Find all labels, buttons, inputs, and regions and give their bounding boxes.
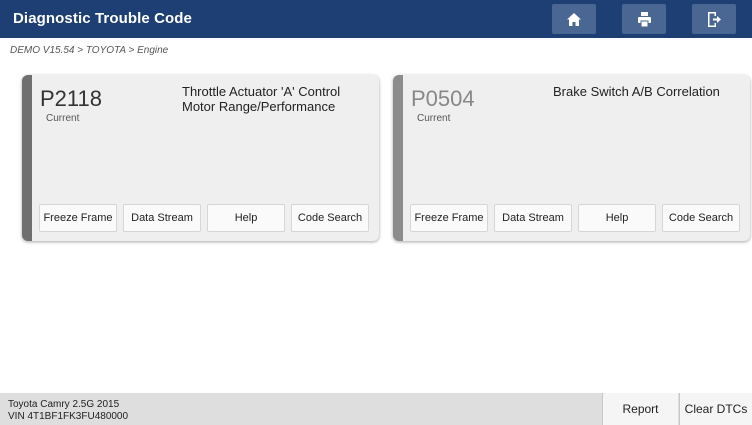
help-button[interactable]: Help	[578, 204, 656, 232]
vehicle-info: Toyota Camry 2.5G 2015 VIN 4T1BF1FK3FU48…	[8, 399, 128, 423]
exit-button[interactable]	[692, 4, 736, 34]
title-bar: Diagnostic Trouble Code	[0, 0, 752, 38]
code-search-button[interactable]: Code Search	[291, 204, 369, 232]
breadcrumb: DEMO V15.54 > TOYOTA > Engine	[10, 45, 169, 56]
dtc-card-accent	[393, 75, 403, 241]
home-icon	[567, 12, 581, 26]
page-title: Diagnostic Trouble Code	[13, 10, 192, 27]
dtc-status: Current	[46, 113, 80, 124]
dtc-actions: Freeze Frame Data Stream Help Code Searc…	[39, 204, 369, 232]
freeze-frame-button[interactable]: Freeze Frame	[39, 204, 117, 232]
vehicle-vin: VIN 4T1BF1FK3FU480000	[8, 411, 129, 422]
dtc-description: Brake Switch A/B Correlation	[553, 84, 720, 99]
dtc-description-line: Throttle Actuator 'A' Control	[182, 84, 341, 99]
dtc-description: Throttle Actuator 'A' Control Motor Rang…	[182, 84, 340, 114]
dtc-description-line: Motor Range/Performance	[182, 99, 336, 114]
dtc-code: P0504	[411, 86, 475, 111]
dtc-card-accent	[22, 75, 32, 241]
vehicle-name: Toyota Camry 2.5G 2015	[8, 399, 120, 410]
help-button[interactable]: Help	[207, 204, 285, 232]
footer-bar: Toyota Camry 2.5G 2015 VIN 4T1BF1FK3FU48…	[0, 393, 752, 425]
dtc-description-line: Brake Switch A/B Correlation	[553, 84, 720, 99]
report-button[interactable]: Report	[602, 393, 678, 425]
data-stream-button[interactable]: Data Stream	[494, 204, 572, 232]
dtc-status: Current	[417, 113, 451, 124]
data-stream-button[interactable]: Data Stream	[123, 204, 201, 232]
print-button[interactable]	[622, 4, 666, 34]
dtc-card[interactable]: P2118 Current Throttle Actuator 'A' Cont…	[22, 75, 379, 241]
clear-dtcs-button[interactable]: Clear DTCs	[679, 393, 752, 425]
home-button[interactable]	[552, 4, 596, 34]
exit-icon	[707, 11, 721, 27]
freeze-frame-button[interactable]: Freeze Frame	[410, 204, 488, 232]
dtc-actions: Freeze Frame Data Stream Help Code Searc…	[410, 204, 740, 232]
print-icon	[637, 11, 651, 27]
dtc-card[interactable]: P0504 Current Brake Switch A/B Correlati…	[393, 75, 750, 241]
code-search-button[interactable]: Code Search	[662, 204, 740, 232]
dtc-code: P2118	[40, 86, 102, 111]
